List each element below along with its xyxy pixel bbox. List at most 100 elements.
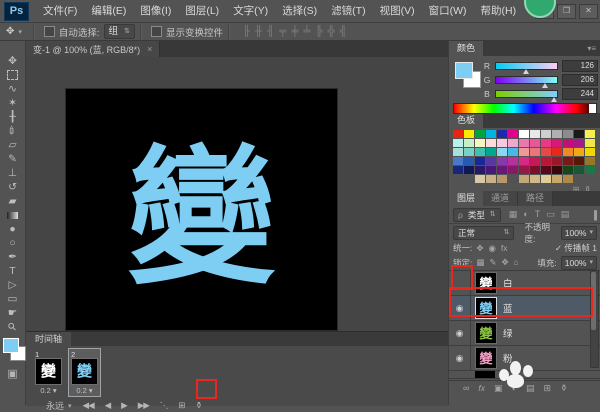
panel-menu-icon[interactable]: ▾≡ [587,41,600,56]
adjustment-layer-icon[interactable]: ◐ [512,383,517,393]
previous-frame-button[interactable]: ◀ [105,401,111,410]
fill-value[interactable]: 100% ▾ [561,256,597,270]
restore-button[interactable]: ❐ [557,4,576,19]
filter-kind-icon-4[interactable]: ▤ [561,209,570,220]
unify-icon-2[interactable]: fx [501,243,508,254]
align-icon-6[interactable]: ╠ [316,26,323,37]
color-swatch[interactable] [453,166,463,174]
layer-visibility-toggle[interactable]: ◉ [449,346,471,370]
align-icon-7[interactable]: ╬ [328,26,335,37]
color-swatch[interactable] [519,148,529,156]
opacity-value[interactable]: 100% ▾ [561,226,597,240]
color-swatch[interactable] [464,139,474,147]
lock-icon-1[interactable]: ✎ [489,257,496,268]
color-swatch[interactable] [574,139,584,147]
color-swatch[interactable] [519,157,529,165]
menu-item-滤[interactable]: 滤镜(T) [324,0,372,22]
slider-thumb-icon[interactable] [542,83,548,88]
color-swatch[interactable] [475,157,485,165]
color-swatch[interactable] [475,130,485,138]
tween-button[interactable]: ⋱ [160,401,168,410]
color-swatch[interactable] [552,175,562,183]
color-swatch[interactable] [541,166,551,174]
layers-panel-tab-1[interactable]: 通道 [483,191,518,206]
layer-visibility-toggle[interactable]: ◉ [449,321,471,345]
color-swatch[interactable] [519,166,529,174]
color-swatch[interactable] [497,148,507,156]
slider-thumb-icon[interactable] [523,69,529,74]
layers-panel-tab-0[interactable]: 图层 [449,191,483,206]
color-spectrum-ramp[interactable] [453,103,597,114]
propagate-frame-checkbox[interactable]: ✓ 传播帧 1 [555,242,597,254]
filter-kind-icon-2[interactable]: T [535,209,541,220]
channel-value-r[interactable]: 126 [562,60,598,72]
color-swatch[interactable] [574,175,584,183]
color-swatch[interactable] [530,148,540,156]
layer-row-白[interactable]: 變白 [449,271,600,296]
color-swatch[interactable] [464,148,474,156]
layers-panel-tab-2[interactable]: 路径 [518,191,553,206]
color-swatch[interactable] [585,157,595,165]
gradient-tool[interactable] [3,208,22,222]
tool-preset-caret-icon[interactable]: ▾ [18,28,22,36]
color-panel-tab[interactable]: 颜色 [449,41,483,56]
color-swatch[interactable] [497,175,507,183]
color-swatch[interactable] [497,157,507,165]
delete-layer-icon[interactable]: ⚱ [560,383,568,394]
color-swatch[interactable] [530,130,540,138]
delete-frame-button[interactable]: ⚱ [195,401,201,410]
align-icon-5[interactable]: ╧ [303,26,310,37]
color-swatch[interactable] [530,175,540,183]
layer-row-绿[interactable]: ◉變绿 [449,321,600,346]
first-frame-button[interactable]: ◀◀ [83,401,94,410]
auto-select-checkbox[interactable] [44,26,55,37]
channel-slider-g[interactable] [495,76,558,84]
color-swatch[interactable] [519,175,529,183]
animation-frame-2[interactable]: 2變0.2 ▾ [69,349,100,396]
color-swatch[interactable] [486,130,496,138]
frame-delay[interactable]: 0.2 ▾ [35,386,62,395]
align-icon-4[interactable]: ╪ [291,26,298,37]
color-swatch[interactable] [541,157,551,165]
channel-value-g[interactable]: 206 [562,74,598,86]
filter-kind-icon-3[interactable]: ▭ [546,209,555,220]
color-swatch[interactable] [486,148,496,156]
channel-slider-r[interactable] [495,62,558,70]
new-layer-icon[interactable]: ⊞ [544,383,552,394]
color-swatch[interactable] [464,157,474,165]
link-layers-icon[interactable]: ∞ [463,383,469,393]
color-swatch[interactable] [508,166,518,174]
color-swatch[interactable] [508,148,518,156]
color-swatch[interactable] [585,139,595,147]
unify-icon-1[interactable]: ◉ [489,243,496,254]
menu-item-窗[interactable]: 窗口(W) [422,0,474,22]
filter-toggle-icon[interactable]: ▐ [591,210,597,220]
color-swatch[interactable] [453,148,463,156]
color-swatch[interactable] [552,166,562,174]
channel-slider-b[interactable] [495,90,558,98]
new-group-icon[interactable]: ▤ [526,383,535,394]
color-swatch[interactable] [563,130,573,138]
unify-icon-0[interactable]: ✥ [476,243,483,254]
menu-item-文[interactable]: 文件(F) [36,0,84,22]
align-icon-3[interactable]: ╤ [279,26,286,37]
document-tab-close-icon[interactable]: × [147,44,152,54]
menu-item-文[interactable]: 文字(Y) [226,0,275,22]
align-icon-8[interactable]: ╣ [340,26,347,37]
lock-icon-2[interactable]: ✥ [502,257,509,268]
align-icon-1[interactable]: ╫ [255,26,262,37]
timeline-tab[interactable]: 时间轴 [26,332,71,346]
color-swatch[interactable] [541,148,551,156]
color-swatch[interactable] [508,130,518,138]
color-swatch[interactable] [530,166,540,174]
menu-item-选[interactable]: 选择(S) [275,0,324,22]
blend-mode-dropdown[interactable]: 正常 ⇅ [453,226,514,240]
move-tool[interactable]: ✥ [3,54,22,68]
path-select-tool[interactable]: ▷ [3,278,22,292]
layers-scrollbar[interactable] [590,270,599,368]
color-swatch[interactable] [574,157,584,165]
menu-item-图[interactable]: 图层(L) [178,0,226,22]
layer-visibility-toggle[interactable]: ◉ [449,296,471,320]
color-swatch[interactable] [453,175,463,183]
lock-icon-3[interactable]: ⌂ [514,257,519,268]
